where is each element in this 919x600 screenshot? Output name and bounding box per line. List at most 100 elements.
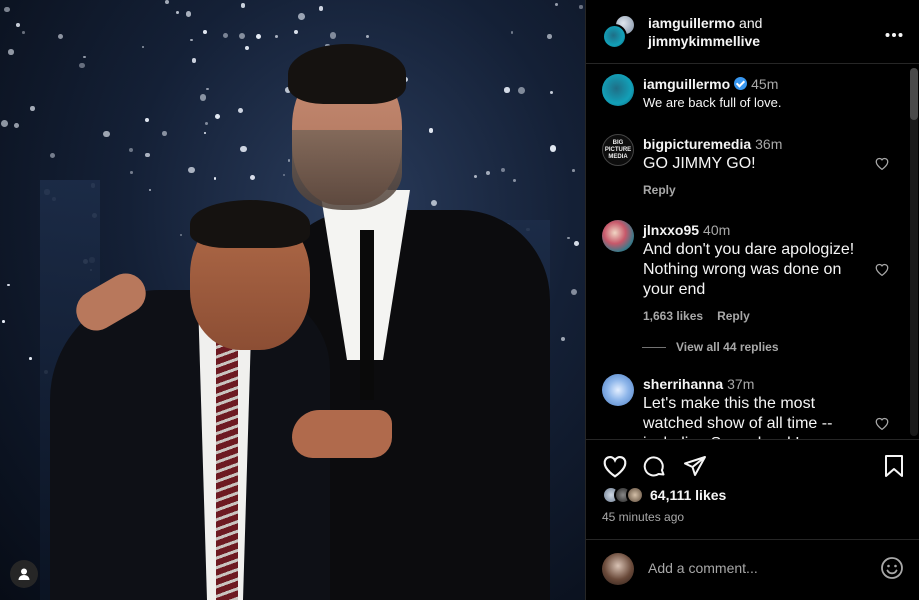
photo-star [129,148,134,153]
photo-star [164,0,169,4]
photo-star [203,30,207,34]
caption: iamguillermo 45m We are back full of love… [602,74,902,124]
avatar[interactable] [602,220,634,252]
comment-item: jlnxxo95 40m And don't you dare apologize… [602,220,902,330]
avatar[interactable] [602,74,634,106]
photo-star [161,131,167,136]
comments-list[interactable]: iamguillermo 45m We are back full of love… [586,64,919,440]
photo-star [30,106,35,111]
more-options-icon[interactable] [885,22,903,43]
photo-star [129,171,133,174]
comment-text: And don't you dare apologize! Nothing wr… [643,241,855,298]
photo-star [554,2,559,6]
reply-button[interactable]: Reply [717,309,750,323]
scrollbar-thumb[interactable] [910,68,918,120]
bookmark-icon[interactable] [884,454,904,478]
divider [642,346,666,348]
comment-composer: Add a comment... [586,540,919,600]
photo-star [511,31,514,34]
photo-star [7,283,11,287]
comment-username[interactable]: sherrihanna [643,376,723,392]
photo-star [145,152,150,158]
photo-star [142,46,145,49]
photo-star [79,62,86,69]
photo-star [8,49,14,55]
photo-star [567,236,570,239]
photo-star [188,166,196,174]
post-actions: 64,111 likes 45 minutes ago [586,440,919,540]
post-owners: iamguillermo and jimmykimmellive [648,14,762,50]
post-header: iamguillermo and jimmykimmellive [586,0,919,64]
photo-star [571,169,575,173]
like-comment-heart-icon[interactable] [874,156,890,171]
verified-badge-icon [734,77,748,90]
owner-username[interactable]: jimmykimmellive [648,33,760,49]
photo-star [274,35,279,39]
post-timestamp[interactable]: 45 minutes ago [602,510,684,524]
photo-star [329,32,337,39]
comments-scrollbar[interactable] [910,68,918,436]
post-photo[interactable] [0,0,585,600]
photo-star [365,34,370,39]
reply-button[interactable]: Reply [643,183,676,197]
avatar[interactable]: BIG PICTURE MEDIA [602,134,634,166]
owners-conjunction: and [739,15,763,31]
liker-avatar[interactable] [626,486,644,504]
emoji-icon[interactable] [880,556,904,585]
comment-input[interactable]: Add a comment... [648,560,758,576]
comment-username[interactable]: jlnxxo95 [643,222,699,238]
share-send-icon[interactable] [682,454,708,480]
photo-star [239,32,245,39]
like-heart-icon[interactable] [602,454,628,480]
collab-avatars[interactable] [602,14,640,50]
comment-username[interactable]: bigpicturemedia [643,136,751,152]
comment-item: sherrihanna 37m Let's make this the most … [602,374,902,439]
photo-star [1,119,8,127]
photo-star [298,13,306,21]
comment-text: GO JIMMY GO! [643,155,756,172]
comment-likes[interactable]: 1,663 likes [643,309,703,323]
comment-bubble-icon[interactable] [642,454,668,480]
photo-star [222,33,228,39]
likes-count[interactable]: 64,111 likes [650,487,726,503]
photo-star [570,288,578,296]
avatar[interactable] [602,374,634,406]
photo-star [13,122,19,128]
photo-star [185,11,192,17]
caption-text: We are back full of love. [643,95,782,110]
photo-star [240,3,245,8]
photo-person-guillermo [30,190,410,600]
photo-star [57,33,63,39]
caption-time: 45m [751,76,779,92]
photo-star [4,6,10,13]
photo-star [547,33,552,39]
photo-star [50,153,56,159]
comment-text: Let's make this the most watched show of… [643,395,833,439]
photo-star [191,58,197,64]
photo-star [255,33,261,39]
photo-star [1,319,5,323]
photo-star [103,130,110,137]
photo-star [144,118,149,123]
post-sidebar: iamguillermo and jimmykimmellive iamguil… [585,0,919,600]
avatar[interactable] [602,24,627,49]
photo-star [21,31,25,34]
view-replies-button[interactable]: View all 44 replies [642,340,779,354]
photo-star [579,5,583,9]
photo-star [190,38,193,42]
photo-star [318,6,323,11]
photo-star [83,55,86,59]
owner-username[interactable]: iamguillermo [648,15,735,31]
photo-star [560,336,566,341]
photo-star [293,29,298,35]
comment-item: BIG PICTURE MEDIA bigpicturemedia 36m GO JI… [602,134,902,204]
avatar-logo: BIG PICTURE MEDIA [604,139,632,160]
caption-username[interactable]: iamguillermo [643,76,730,92]
like-comment-heart-icon[interactable] [874,262,890,277]
avatar[interactable] [602,553,634,585]
photo-star [176,11,180,15]
photo-star [574,241,579,247]
like-comment-heart-icon[interactable] [874,416,890,431]
tagged-users-icon[interactable] [10,560,38,588]
comment-time: 40m [703,222,731,238]
